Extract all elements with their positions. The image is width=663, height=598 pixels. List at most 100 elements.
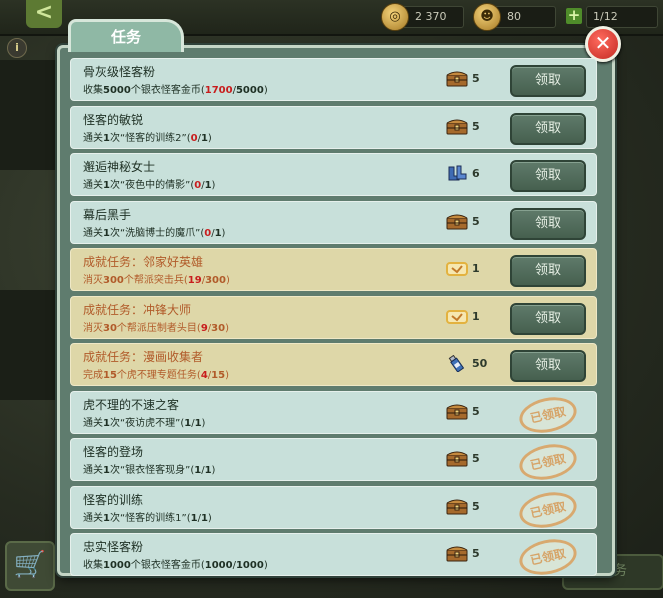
claim-button[interactable]: 领取 xyxy=(510,302,586,335)
task-description: 收集1000个银衣怪客金币(1000/1000) xyxy=(83,556,268,571)
ticket-icon xyxy=(446,260,468,277)
task-title: 怪客的敏锐 xyxy=(83,112,144,127)
plus-icon[interactable]: + xyxy=(566,8,582,24)
chest-icon xyxy=(446,70,468,87)
task-title: 成就任务：冲锋大师 xyxy=(83,302,192,317)
task-description: 收集5000个银衣怪客金币(1700/5000) xyxy=(83,81,268,96)
task-title: 怪客的训练 xyxy=(83,492,144,507)
reward-quantity: 5 xyxy=(472,452,480,465)
claimed-stamp: 已领取 xyxy=(516,391,580,438)
task-row: 幕后黑手 通关1次“洗脑博士的魔爪”(0/1) 5 领取 xyxy=(70,200,597,244)
desc-prefix: 收集 xyxy=(83,85,103,96)
task-row: 成就任务：漫画收集者完成15个虎不理专题任务(4/15) 50 领取 xyxy=(70,343,597,386)
task-list: 骨灰级怪客粉 收集5000个银衣怪客金币(1700/5000) 5 领取 怪客的敏锐 通关… xyxy=(70,58,597,581)
reward-quantity: 5 xyxy=(472,72,480,85)
desc-end: ) xyxy=(225,275,230,286)
coin-icon: ◎ xyxy=(381,3,409,31)
progress-total: 300 xyxy=(205,275,226,286)
desc-amount: 1 xyxy=(103,132,110,144)
bottle-icon xyxy=(446,354,468,373)
chest-icon xyxy=(446,403,468,420)
desc-middle: 次“银衣怪客现身”( xyxy=(109,465,195,476)
desc-end: ) xyxy=(225,370,229,381)
coin-value: 2 370 xyxy=(415,10,447,23)
task-description: 完成15个虎不理专题任务(4/15) xyxy=(83,366,229,381)
back-button[interactable]: < xyxy=(26,0,62,28)
desc-middle: 个银衣怪客金币( xyxy=(130,560,205,571)
progress-current: 4 xyxy=(200,370,208,381)
desc-amount: 1000 xyxy=(103,560,131,571)
claimed-stamp: 已领取 xyxy=(516,534,580,580)
claim-button[interactable]: 领取 xyxy=(510,112,586,145)
desc-end: ) xyxy=(211,465,216,476)
reward-quantity: 50 xyxy=(472,357,488,370)
task-row: 成就任务：冲锋大师消灭30个帮派压制者头目(9/30) 1 领取 xyxy=(70,295,597,339)
background-decoration xyxy=(0,60,58,170)
desc-end: ) xyxy=(201,417,206,429)
chest-icon xyxy=(446,450,468,467)
ticket-icon xyxy=(446,308,468,325)
task-row: 怪客的训练 通关1次“怪客的训练1”(1/1) 5 已领取 xyxy=(70,485,597,533)
task-row: 忠实怪客粉 收集1000个银衣怪客金币(1000/1000) 5 已领取 xyxy=(70,533,597,580)
desc-prefix: 收集 xyxy=(83,560,103,571)
desc-prefix: 消灭 xyxy=(83,322,103,334)
reward-quantity: 1 xyxy=(472,309,480,323)
coin-counter: ◎ 2 370 xyxy=(381,3,464,31)
task-description: 通关1次“怪客的训练1”(1/1) xyxy=(83,509,212,524)
task-title: 怪客的登场 xyxy=(83,445,144,459)
task-title: 成就任务：漫画收集者 xyxy=(83,350,204,364)
desc-end: ) xyxy=(225,322,229,334)
progress-total: 1 xyxy=(200,512,208,524)
shop-cart-button[interactable]: 🛒 xyxy=(5,541,55,591)
task-row: 骨灰级怪客粉 收集5000个银衣怪客金币(1700/5000) 5 领取 xyxy=(70,58,597,101)
chest-icon xyxy=(446,213,468,230)
claimed-stamp: 已领取 xyxy=(516,439,580,485)
claim-button[interactable]: 领取 xyxy=(510,255,586,287)
desc-end: ) xyxy=(207,512,212,524)
desc-middle: 次“怪客的训练1”( xyxy=(109,512,191,524)
reward-quantity: 6 xyxy=(472,167,480,180)
energy-counter: 1/12 xyxy=(586,6,658,28)
task-title: 邂逅神秘女士 xyxy=(83,160,156,174)
desc-amount: 15 xyxy=(103,370,117,381)
desc-amount: 1 xyxy=(103,417,110,429)
grin-face-icon: ☻ xyxy=(473,3,501,31)
desc-end: ) xyxy=(207,132,212,144)
claim-button[interactable]: 领取 xyxy=(510,65,586,97)
claim-button[interactable]: 领取 xyxy=(510,160,586,192)
task-description: 消灭30个帮派压制者头目(9/30) xyxy=(83,319,229,334)
desc-prefix: 通关 xyxy=(83,132,103,144)
progress-total: 1 xyxy=(204,465,212,476)
desc-middle: 次“夜色中的倩影”( xyxy=(109,180,195,191)
tab-tasks[interactable]: 任务 xyxy=(68,19,184,52)
progress-current: 1700 xyxy=(204,85,233,96)
desc-amount: 1 xyxy=(103,465,110,476)
task-title: 虎不理的不速之客 xyxy=(83,397,180,412)
progress-total: 5000 xyxy=(235,85,264,96)
task-description: 通关1次“洗脑博士的魔爪”(0/1) xyxy=(83,224,225,239)
claim-button[interactable]: 领取 xyxy=(510,207,586,240)
grin-value: 80 xyxy=(507,10,521,23)
desc-prefix: 完成 xyxy=(83,370,103,381)
desc-amount: 300 xyxy=(103,275,124,286)
progress-current: 1 xyxy=(190,512,198,524)
progress-total: 1 xyxy=(204,180,212,191)
task-description: 消灭300个帮派突击兵(19/300) xyxy=(83,271,230,286)
reward-quantity: 1 xyxy=(472,262,480,275)
desc-end: ) xyxy=(263,560,268,571)
desc-middle: 个帮派突击兵( xyxy=(123,275,188,286)
grin-counter: ☻ 80 xyxy=(473,3,556,31)
desc-amount: 5000 xyxy=(103,85,131,96)
chest-icon xyxy=(446,498,468,515)
chest-icon xyxy=(446,118,468,135)
info-icon[interactable]: i xyxy=(7,38,27,58)
claim-button[interactable]: 领取 xyxy=(510,350,586,382)
progress-total: 1 xyxy=(214,227,222,239)
chest-icon xyxy=(446,545,468,562)
desc-amount: 1 xyxy=(103,180,110,191)
progress-current: 1000 xyxy=(204,560,233,571)
task-title: 幕后黑手 xyxy=(83,207,132,222)
close-button[interactable]: ✕ xyxy=(585,26,621,62)
task-row: 成就任务：邻家好英雄 消灭300个帮派突击兵(19/300) 1 领取 xyxy=(70,248,597,291)
reward-quantity: 5 xyxy=(472,547,480,560)
